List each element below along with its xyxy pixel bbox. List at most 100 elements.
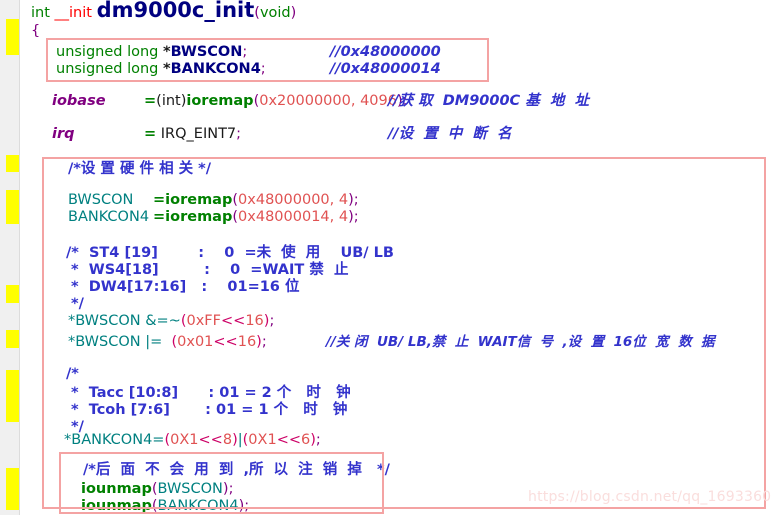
- assign-op: =: [153, 192, 166, 208]
- comment-bwscon-doc-1: /* ST4 [19] : 0 =未 使 用 UB/ LB: [66, 245, 394, 261]
- arg-bwscon: BWSCON: [157, 481, 223, 497]
- comment-bwscon-doc-4: */: [66, 296, 84, 312]
- assign-op: =: [153, 209, 166, 225]
- return-type: int: [31, 5, 50, 21]
- pointer-star: *: [163, 44, 171, 60]
- change-gutter: [0, 0, 20, 515]
- gutter-change-marker: [6, 370, 19, 422]
- arg-address: 0x48000014: [238, 209, 330, 225]
- var-irq: irq: [52, 126, 75, 142]
- expr-bwscon-and-lhs: *BWSCON &=~: [68, 313, 181, 329]
- code-line-decl-bankcon4: unsigned long *BANKCON4;: [56, 61, 266, 78]
- code-line-bwscon-and: *BWSCON &=~(0xFF<<16);: [68, 313, 274, 330]
- arg-comma: ,: [329, 209, 339, 225]
- code-line-bankcon4-map: BANKCON4: [68, 209, 149, 226]
- shift-bits: 8: [222, 432, 233, 448]
- comment-bwscon-or: //关 闭 UB/ LB,禁 止 WAIT信 号 ,设 置 16位 宽 数 据: [326, 334, 715, 350]
- ident-bankcon4: BANKCON4: [68, 209, 150, 225]
- semicolon: ;: [244, 498, 250, 514]
- comment-hw-header: /*设 置 硬 件 相 关 */: [68, 161, 212, 177]
- code-line-iounmap-bwscon: iounmap(BWSCON);: [81, 481, 233, 498]
- gutter-change-marker: [6, 155, 19, 172]
- code-line-bwscon-map: BWSCON: [68, 192, 133, 209]
- assign-op: =: [144, 126, 157, 142]
- brace-open: {: [31, 23, 41, 39]
- function-name: dm9000c_init: [96, 0, 255, 22]
- semicolon: ;: [315, 432, 321, 448]
- comment-iobase: //获 取 DM9000C 基 地 址: [388, 93, 589, 109]
- decl-type: unsigned long: [56, 44, 159, 60]
- code-line-bwscon-or: *BWSCON |= (0x01<<16);: [68, 334, 267, 351]
- semicolon: ;: [242, 44, 248, 60]
- fn-iounmap: iounmap: [81, 481, 152, 497]
- comment-bwscon-doc-3: * DW4[17:16] : 01=16 位: [66, 279, 300, 295]
- fn-ioremap: ioremap: [165, 192, 233, 208]
- shift-op: <<: [198, 432, 223, 448]
- mask-value: 0xFF: [186, 313, 222, 329]
- semicolon: ;: [236, 126, 242, 142]
- shift-op: <<: [221, 313, 246, 329]
- code-line-iobase: iobase: [52, 93, 106, 110]
- arg-size: 4: [338, 209, 349, 225]
- code-line-open-brace: {: [31, 23, 40, 40]
- value-irq-eint7: IRQ_EINT7: [160, 126, 237, 142]
- semicolon: ;: [260, 61, 266, 77]
- shift-bits: 6: [301, 432, 311, 448]
- semicolon: ;: [269, 313, 275, 329]
- shift-op: <<: [213, 334, 238, 350]
- param-void: void: [259, 5, 291, 21]
- mask-value: 0X1: [170, 432, 199, 448]
- arg-bankcon4: BANKCON4: [157, 498, 239, 514]
- comment-bwscon-doc-2: * WS4[18] : 0 =WAIT 禁 止: [66, 262, 349, 278]
- cast-int: (int): [156, 93, 187, 109]
- fn-iounmap: iounmap: [81, 498, 152, 514]
- var-iobase: iobase: [52, 93, 106, 109]
- shift-op: <<: [276, 432, 301, 448]
- fn-ioremap: ioremap: [186, 93, 254, 109]
- gutter-change-marker: [6, 330, 19, 348]
- code-line-iounmap-bankcon4: iounmap(BANKCON4);: [81, 498, 249, 515]
- comment-bankcon4-doc-2: * Tacc [10:8] : 01 = 2 个 时 钟: [66, 385, 351, 401]
- code-line-decl-bwscon: unsigned long *BWSCON;: [56, 44, 247, 61]
- semicolon: ;: [353, 209, 359, 225]
- code-line-irq: irq: [52, 126, 75, 143]
- arg-comma: ,: [329, 192, 339, 208]
- shift-bits: 16: [245, 313, 264, 329]
- arg-address: 0x20000000: [259, 93, 351, 109]
- comment-irq: //设 置 中 断 名: [388, 126, 512, 142]
- arg-address: 0x48000000: [238, 192, 330, 208]
- code-line-iobase-rhs: =(int)ioremap(0x20000000, 4096);: [144, 93, 408, 110]
- fn-ioremap: ioremap: [165, 209, 233, 225]
- expr-bankcon4-lhs: *BANKCON4=: [64, 432, 165, 448]
- gutter-change-marker: [6, 285, 19, 303]
- init-macro: __init: [54, 5, 92, 21]
- code-line-irq-rhs: = IRQ_EINT7;: [144, 126, 241, 143]
- code-line-bankcon4-map-rhs: =ioremap(0x48000014, 4);: [153, 209, 359, 226]
- comment-bankcon4-doc-1: /*: [66, 366, 79, 382]
- expr-bwscon-or-lhs: *BWSCON |=: [68, 334, 172, 350]
- semicolon: ;: [261, 334, 267, 350]
- pointer-star: *: [163, 61, 171, 77]
- decl-name: BWSCON: [170, 44, 243, 60]
- arg-comma: ,: [350, 93, 361, 109]
- code-content[interactable]: int __init dm9000c_init(void) { unsigned…: [20, 0, 772, 515]
- code-line-signature: int __init dm9000c_init(void): [31, 0, 297, 22]
- watermark-url: https://blog.csdn.net/qq_16933601: [528, 489, 772, 505]
- decl-type: unsigned long: [56, 61, 159, 77]
- mask-value: 0X1: [248, 432, 277, 448]
- ident-bwscon: BWSCON: [68, 192, 134, 208]
- comment-bwscon-addr: //0x48000000: [330, 44, 441, 60]
- gutter-change-marker: [6, 19, 19, 55]
- arg-size: 4: [338, 192, 349, 208]
- semicolon: ;: [228, 481, 234, 497]
- comment-unmap: /*后 面 不 会 用 到 ,所 以 注 销 掉 */: [83, 462, 390, 478]
- shift-bits: 16: [237, 334, 257, 350]
- code-line-bwscon-map-rhs: =ioremap(0x48000000, 4);: [153, 192, 359, 209]
- comment-bankcon4-doc-3: * Tcoh [7:6] : 01 = 1 个 时 钟: [66, 402, 348, 418]
- code-editor: int __init dm9000c_init(void) { unsigned…: [0, 0, 772, 515]
- decl-name: BANKCON4: [170, 61, 261, 77]
- mask-value: 0x01: [177, 334, 214, 350]
- close-paren: ): [290, 5, 297, 21]
- assign-op: =: [144, 93, 157, 109]
- code-line-bankcon4-set: *BANKCON4=(0X1<<8)|(0X1<<6);: [64, 432, 321, 449]
